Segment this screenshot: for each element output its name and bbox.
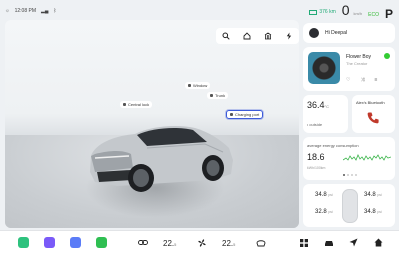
- song-artist: The Creator: [346, 61, 368, 66]
- app-green-icon[interactable]: [18, 237, 29, 248]
- speed-readout: 0 km/h: [341, 2, 363, 18]
- range-readout: 376 km: [309, 9, 336, 15]
- passenger-temperature[interactable]: 22.5: [222, 239, 235, 248]
- car-outline-icon: [342, 189, 358, 223]
- profile-card[interactable]: Hi Deepal: [303, 23, 395, 43]
- tire-rear-right: 34.8 psi: [364, 209, 382, 215]
- fan-icon[interactable]: [196, 237, 207, 248]
- power-icon[interactable]: [384, 53, 390, 59]
- seat-heat-icon[interactable]: [255, 237, 266, 248]
- energy-unit: kWh/100km: [307, 166, 326, 170]
- home-icon[interactable]: [240, 30, 254, 42]
- battery-icon: [309, 9, 318, 15]
- bluetooth-card[interactable]: Alex's Bluetooth: [352, 95, 395, 133]
- energy-title: average energy consumption: [307, 143, 359, 148]
- heart-icon[interactable]: ♡: [346, 77, 350, 83]
- outside-label: ı outside: [307, 122, 323, 127]
- sun-icon: ☼: [5, 8, 10, 14]
- car-model[interactable]: [87, 116, 237, 206]
- thermometer-icon: ı: [307, 122, 309, 127]
- tire-front-right: 34.8 psi: [364, 192, 382, 198]
- avatar: [309, 28, 319, 38]
- tire-rear-left: 32.8 psi: [315, 209, 333, 215]
- window-icon: [188, 84, 191, 87]
- tire-pressure-card[interactable]: 34.8 psi 34.8 psi 32.8 psi 34.8 psi: [303, 184, 395, 227]
- app-blue-icon[interactable]: [70, 237, 81, 248]
- lightning-icon[interactable]: [282, 30, 296, 42]
- phone-app-icon[interactable]: [96, 237, 107, 248]
- phone-icon[interactable]: [366, 111, 380, 125]
- window-control[interactable]: Window: [185, 82, 211, 89]
- signal-icon: ▂▄: [41, 8, 49, 14]
- car-icon[interactable]: [323, 237, 334, 248]
- driver-temperature[interactable]: 22.5: [163, 239, 176, 248]
- screen: ☼ 12:08 PM ▂▄ ᛒ 376 km 0 km/h ECO P Wind…: [0, 0, 399, 254]
- clock: 12:08 PM: [14, 8, 36, 14]
- shuffle-icon[interactable]: ⤨: [360, 77, 364, 83]
- song-title: Flower Boy: [346, 54, 372, 60]
- outside-temperature: 36.4°C: [307, 100, 330, 110]
- trunk-control[interactable]: Trunk: [207, 92, 229, 99]
- energy-card[interactable]: average energy consumption 18.6 kWh/100k…: [303, 137, 395, 180]
- vehicle-view[interactable]: Window Trunk Central lock Charging port: [5, 20, 299, 228]
- central-lock-control[interactable]: Central lock: [120, 101, 153, 108]
- vehicle-toolbar: [216, 28, 299, 44]
- album-art: [308, 52, 340, 84]
- energy-value: 18.6: [307, 152, 325, 162]
- drive-mode: ECO: [368, 12, 379, 18]
- playlist-icon[interactable]: ≡: [375, 77, 378, 83]
- navigation-icon[interactable]: [348, 237, 359, 248]
- energy-sparkline: [343, 154, 391, 161]
- music-card[interactable]: Flower Boy The Creator ♡ ⤨ ≡: [303, 47, 395, 91]
- pager-dots: [343, 174, 357, 176]
- lock-icon: [123, 103, 126, 106]
- bluetooth-device-name: Alex's Bluetooth: [356, 100, 385, 105]
- dock-bar: 22.5 22.5: [0, 230, 399, 254]
- link-icon[interactable]: [137, 237, 148, 248]
- greeting: Hi Deepal: [325, 30, 347, 36]
- apps-grid-icon[interactable]: [298, 237, 309, 248]
- tire-front-left: 34.8 psi: [315, 192, 333, 198]
- search-icon[interactable]: [219, 30, 233, 42]
- home-icon[interactable]: [373, 237, 384, 248]
- app-purple-icon[interactable]: [44, 237, 55, 248]
- trunk-icon: [210, 94, 213, 97]
- bluetooth-icon: ᛒ: [53, 8, 57, 14]
- building-icon[interactable]: [261, 30, 275, 42]
- gear-indicator: P: [384, 7, 393, 21]
- climate-card[interactable]: 36.4°C ı outside: [303, 95, 348, 133]
